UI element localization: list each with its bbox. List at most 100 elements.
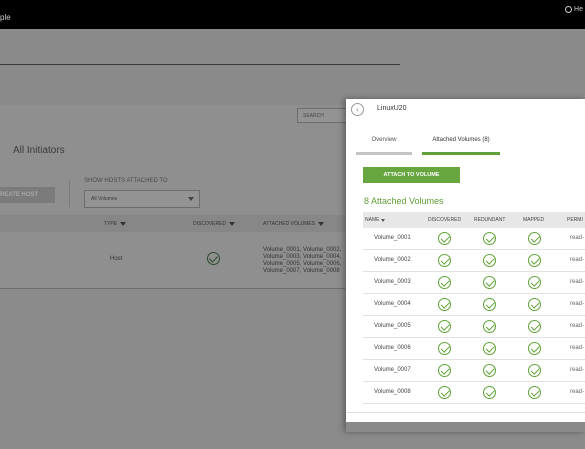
mapped-check-icon bbox=[528, 232, 541, 245]
mapped-check-icon bbox=[528, 364, 541, 377]
column-mapped-label: MAPPED bbox=[523, 217, 545, 223]
tab-indicator-active bbox=[422, 152, 500, 155]
permission-value: read- bbox=[570, 345, 585, 351]
discovered-check-icon bbox=[207, 252, 220, 265]
table-row[interactable]: Volume_0006 read- bbox=[363, 338, 585, 360]
header-divider bbox=[0, 64, 400, 65]
sort-down-icon bbox=[318, 222, 325, 226]
volume-name: Volume_0004 bbox=[374, 301, 411, 307]
column-name[interactable]: NAME bbox=[365, 217, 386, 223]
mapped-check-icon bbox=[528, 342, 541, 355]
tab-overview[interactable]: Overview bbox=[356, 135, 412, 155]
tab-overview-label: Overview bbox=[371, 137, 397, 143]
discovered-check-icon bbox=[438, 320, 451, 333]
column-redundant-label: REDUNDANT bbox=[474, 217, 506, 223]
column-type[interactable]: TYPE bbox=[104, 221, 127, 227]
redundant-check-icon bbox=[483, 254, 496, 267]
column-name-label: NAME bbox=[365, 217, 380, 223]
table-row[interactable]: Volume_0004 read- bbox=[363, 294, 585, 316]
show-hosts-label: SHOW HOSTS ATTACHED TO bbox=[84, 178, 168, 184]
column-redundant: REDUNDANT bbox=[474, 217, 505, 223]
top-bar: ple He bbox=[0, 0, 585, 29]
volume-filter-select[interactable]: All Volumes bbox=[84, 190, 200, 208]
column-discovered-label: DISCOVERED bbox=[428, 217, 462, 223]
column-mapped: MAPPED bbox=[523, 217, 544, 223]
table-row[interactable]: Volume_0008 read- bbox=[363, 382, 585, 404]
sort-down-icon bbox=[229, 222, 236, 226]
discovered-check-icon bbox=[438, 232, 451, 245]
redundant-check-icon bbox=[483, 386, 496, 399]
discovered-check-icon bbox=[438, 276, 451, 289]
table-row[interactable]: Volume_0007 read- bbox=[363, 360, 585, 382]
volume-filter-value: All Volumes bbox=[91, 196, 118, 202]
permission-value: read- bbox=[570, 301, 585, 307]
mapped-check-icon bbox=[528, 276, 541, 289]
discovered-check-icon bbox=[438, 298, 451, 311]
tab-attached-volumes-label: Attached Volumes (8) bbox=[432, 137, 490, 143]
volume-name: Volume_0005 bbox=[374, 323, 411, 329]
column-attached-volumes-label: ATTACHED VOLUMES bbox=[263, 221, 316, 227]
panel-title: LinuxU20 bbox=[377, 105, 407, 112]
column-discovered[interactable]: DISCOVERED bbox=[193, 221, 236, 227]
permission-value: read- bbox=[570, 323, 585, 329]
sort-down-icon bbox=[381, 218, 386, 222]
panel-header: ‹ LinuxU20 bbox=[346, 99, 585, 119]
volumes-line: Volume_0007, Volume_0008 bbox=[263, 268, 340, 274]
permission-value: read- bbox=[570, 257, 585, 263]
column-permissions: PERMI bbox=[567, 217, 583, 223]
search-input[interactable]: SEARCH bbox=[297, 108, 349, 123]
attach-to-volume-button[interactable]: ATTACH TO VOLUME bbox=[363, 167, 460, 183]
discovered-check-icon bbox=[438, 254, 451, 267]
panel-tabs: Overview Attached Volumes (8) bbox=[346, 135, 585, 155]
attached-volumes-cell: Volume_0001, Volume_0002, Volume_0003, V… bbox=[263, 247, 341, 275]
redundant-check-icon bbox=[483, 342, 496, 355]
back-button[interactable]: ‹ bbox=[351, 103, 364, 116]
volume-name: Volume_0003 bbox=[374, 279, 411, 285]
volume-name: Volume_0006 bbox=[374, 345, 411, 351]
column-discovered-label: DISCOVERED bbox=[193, 221, 227, 227]
tab-indicator bbox=[356, 152, 412, 155]
permission-value: read- bbox=[570, 279, 585, 285]
volume-name: Volume_0008 bbox=[374, 389, 411, 395]
host-detail-panel: ‹ LinuxU20 Overview Attached Volumes (8)… bbox=[346, 99, 585, 432]
redundant-check-icon bbox=[483, 232, 496, 245]
discovered-check-icon bbox=[438, 364, 451, 377]
create-host-button[interactable]: REATE HOST bbox=[0, 187, 55, 203]
help-label: He bbox=[574, 6, 583, 13]
volume-name: Volume_0007 bbox=[374, 367, 411, 373]
discovered-check-icon bbox=[438, 386, 451, 399]
redundant-check-icon bbox=[483, 320, 496, 333]
column-permissions-label: PERMI bbox=[567, 217, 583, 223]
help-link[interactable]: He bbox=[565, 6, 583, 13]
column-attached-volumes[interactable]: ATTACHED VOLUMES bbox=[263, 221, 325, 227]
redundant-check-icon bbox=[483, 364, 496, 377]
mapped-check-icon bbox=[528, 320, 541, 333]
volumes-line: Volume_0001, Volume_0002, bbox=[263, 247, 342, 253]
mapped-check-icon bbox=[528, 298, 541, 311]
column-discovered: DISCOVERED bbox=[428, 217, 461, 223]
brand-logo-text: ple bbox=[0, 13, 11, 22]
panel-footer bbox=[346, 422, 585, 432]
mapped-check-icon bbox=[528, 254, 541, 267]
volumes-line: Volume_0003, Volume_0004, bbox=[263, 254, 342, 260]
redundant-check-icon bbox=[483, 276, 496, 289]
table-row[interactable]: Volume_0005 read- bbox=[363, 316, 585, 338]
table-row[interactable]: Volume_0002 read- bbox=[363, 250, 585, 272]
permission-value: read- bbox=[570, 389, 585, 395]
help-icon bbox=[565, 6, 573, 13]
volume-name: Volume_0001 bbox=[374, 235, 411, 241]
table-row[interactable]: Volume_0001 read- bbox=[363, 228, 585, 250]
attached-volumes-count-title: 8 Attached Volumes bbox=[364, 196, 444, 206]
panel-footer-divider bbox=[346, 412, 585, 413]
chevron-down-icon bbox=[188, 197, 194, 201]
table-row[interactable]: Volume_0003 read- bbox=[363, 272, 585, 294]
volumes-line: Volume_0005, Volume_0006, bbox=[263, 261, 342, 267]
mapped-check-icon bbox=[528, 386, 541, 399]
attached-volumes-table: NAME DISCOVERED REDUNDANT MAPPED PERMI V… bbox=[363, 212, 585, 404]
redundant-check-icon bbox=[483, 298, 496, 311]
page-title: All Initiators bbox=[13, 145, 65, 156]
background-header bbox=[0, 29, 585, 105]
sort-down-icon bbox=[120, 222, 127, 226]
column-type-label: TYPE bbox=[104, 221, 118, 227]
tab-attached-volumes[interactable]: Attached Volumes (8) bbox=[422, 135, 500, 155]
